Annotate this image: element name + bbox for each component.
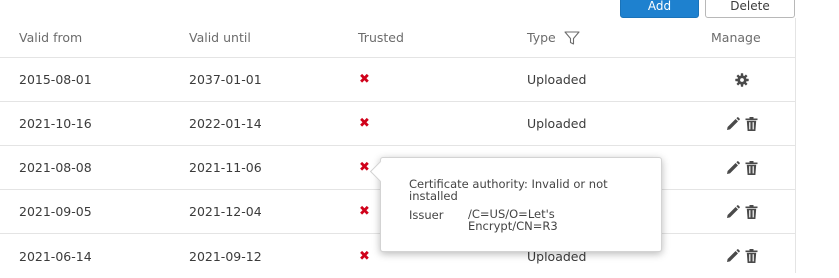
- delete-button[interactable]: Delete: [705, 0, 795, 18]
- trusted-status-mark: ✖: [359, 160, 370, 175]
- filter-icon[interactable]: [564, 30, 580, 45]
- tooltip-issuer-value: /C=US/O=Let's Encrypt/CN=R3: [468, 207, 558, 233]
- trusted-status-mark: ✖: [359, 72, 370, 87]
- pencil-icon[interactable]: [726, 249, 740, 263]
- column-header-valid-until[interactable]: Valid until: [189, 18, 251, 57]
- valid-from-cell: 2021-06-14: [19, 248, 92, 264]
- valid-until-cell: 2021-09-12: [189, 248, 262, 264]
- valid-from-cell: 2021-08-08: [19, 160, 92, 175]
- valid-from-cell: 2015-08-01: [19, 72, 92, 87]
- add-button[interactable]: Add: [620, 0, 699, 18]
- trash-icon[interactable]: [745, 204, 758, 219]
- gear-icon[interactable]: [735, 72, 749, 87]
- column-header-type-label: Type: [527, 30, 556, 45]
- untrusted-x-icon[interactable]: ✖: [358, 190, 370, 233]
- valid-until-cell: 2021-11-06: [189, 160, 262, 175]
- trusted-status-mark: ✖: [359, 116, 370, 131]
- untrusted-x-icon[interactable]: ✖: [358, 102, 370, 145]
- pencil-icon[interactable]: [726, 204, 740, 219]
- type-cell: Uploaded: [527, 72, 587, 87]
- table-header: Valid from Valid until Trusted Type Mana…: [0, 18, 795, 58]
- manage-cell: [722, 58, 762, 101]
- untrusted-x-icon[interactable]: ✖: [358, 234, 370, 278]
- valid-until-cell: 2022-01-14: [189, 116, 262, 131]
- valid-until-cell: 2037-01-01: [189, 72, 262, 87]
- trash-icon[interactable]: [745, 160, 758, 175]
- table-row: 2015-08-01 2037-01-01 ✖ Uploaded: [0, 58, 795, 102]
- tooltip-issuer-label: Issuer: [409, 208, 444, 222]
- untrusted-x-icon[interactable]: ✖: [358, 58, 370, 101]
- trash-icon[interactable]: [745, 249, 758, 263]
- manage-cell: [722, 102, 762, 145]
- trusted-status-mark: ✖: [359, 204, 370, 219]
- column-header-valid-from[interactable]: Valid from: [19, 18, 82, 57]
- manage-cell: [722, 190, 762, 233]
- valid-until-cell: 2021-12-04: [189, 204, 262, 219]
- toolbar: Add Delete: [0, 0, 839, 18]
- trash-icon[interactable]: [745, 116, 758, 131]
- certificate-tooltip: Certificate authority: Invalid or not in…: [369, 157, 662, 252]
- column-header-type[interactable]: Type: [527, 18, 580, 57]
- manage-cell: [722, 146, 762, 189]
- tooltip-description: Certificate authority: Invalid or not in…: [409, 177, 608, 203]
- table-row: 2021-10-16 2022-01-14 ✖ Uploaded: [0, 102, 795, 146]
- column-header-trusted[interactable]: Trusted: [358, 18, 404, 57]
- type-cell: Uploaded: [527, 116, 587, 131]
- valid-from-cell: 2021-10-16: [19, 116, 92, 131]
- column-header-manage: Manage: [711, 30, 761, 45]
- pencil-icon[interactable]: [726, 116, 740, 131]
- valid-from-cell: 2021-09-05: [19, 204, 92, 219]
- untrusted-x-icon[interactable]: ✖: [358, 146, 370, 189]
- trusted-status-mark: ✖: [359, 248, 370, 264]
- pencil-icon[interactable]: [726, 160, 740, 175]
- manage-cell: [722, 234, 762, 278]
